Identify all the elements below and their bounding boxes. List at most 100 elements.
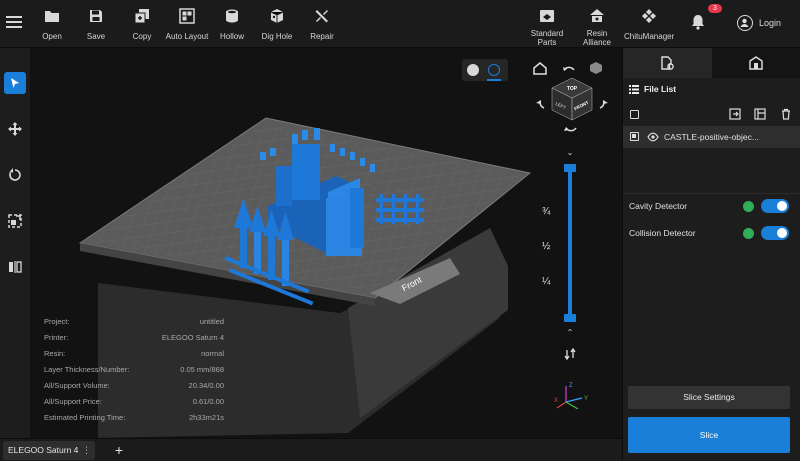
scale-icon: [8, 214, 22, 228]
hollow-icon: [226, 9, 238, 23]
repair-icon: [315, 10, 328, 23]
user-avatar-icon: [737, 15, 753, 31]
solid-view-icon[interactable]: [467, 64, 479, 76]
bell-icon: [692, 15, 704, 30]
collision-detector-label: Collision Detector: [629, 228, 696, 238]
auto-layout-label: Auto Layout: [165, 32, 209, 41]
copy-label: Copy: [132, 32, 152, 41]
rotate-left-icon[interactable]: [536, 100, 545, 109]
home-view-icon[interactable]: [533, 62, 547, 75]
cavity-detector-toggle[interactable]: [761, 199, 789, 213]
file-name: CASTLE-positive-objec...: [664, 132, 759, 142]
notifications-button[interactable]: [690, 14, 710, 34]
rotate-up-icon[interactable]: [563, 66, 575, 71]
panel-tabs: [623, 48, 800, 78]
trash-icon[interactable]: [780, 108, 792, 120]
auto-layout-button[interactable]: Auto Layout: [162, 6, 212, 44]
tab-printer-settings[interactable]: [711, 48, 800, 78]
rotate-icon: [9, 168, 21, 181]
slice-button[interactable]: Slice: [628, 417, 790, 453]
dig-hole-icon: [270, 9, 284, 23]
move-tool-button[interactable]: [4, 118, 26, 140]
info-row-volume: All/Support Volume: 20.34/0.00: [44, 378, 224, 394]
dig-hole-button[interactable]: Dig Hole: [252, 6, 302, 44]
tab-model-settings[interactable]: [623, 48, 712, 78]
collision-detector-toggle[interactable]: [761, 226, 789, 240]
resin-alliance-icon: [590, 9, 604, 22]
info-value: 2h33m21s: [188, 413, 224, 422]
resin-alliance-label: Resin Alliance: [582, 29, 611, 47]
xray-view-icon[interactable]: [488, 64, 500, 76]
rotate-down-icon[interactable]: [564, 127, 577, 132]
auto-layout-icon: [179, 8, 195, 24]
cube-top-label: TOP: [567, 86, 578, 92]
left-toolbar: [0, 48, 30, 438]
info-row-resin: Resin: normal: [44, 346, 224, 362]
slider-top-handle[interactable]: [564, 164, 576, 172]
cavity-detector-label: Cavity Detector: [629, 201, 688, 211]
notification-badge: 3: [708, 4, 722, 13]
rotate-tool-button[interactable]: [4, 164, 26, 186]
scale-tool-button[interactable]: [4, 210, 26, 232]
info-value: normal: [201, 349, 224, 358]
copy-button[interactable]: Copy: [117, 6, 167, 44]
swap-arrows-icon[interactable]: [564, 348, 576, 360]
move-icon: [8, 122, 22, 136]
info-value: 20.34/0.00: [188, 381, 224, 390]
standard-parts-icon: [540, 10, 554, 22]
info-row-price: All/Support Price: 0.61/0.00: [44, 394, 224, 410]
add-tab-button[interactable]: +: [112, 441, 126, 460]
info-label: Estimated Printing Time:: [44, 413, 126, 422]
slice-settings-button[interactable]: Slice Settings: [628, 386, 790, 409]
slider-up-chevron-icon[interactable]: ⌄: [565, 148, 575, 158]
view-mode-underline: [487, 79, 501, 81]
hollow-button[interactable]: Hollow: [207, 6, 257, 44]
save-button[interactable]: Save: [71, 6, 121, 44]
mirror-tool-button[interactable]: [4, 256, 26, 278]
import-file-icon[interactable]: [729, 108, 741, 120]
mini-cube-icon[interactable]: [590, 62, 602, 74]
chitumanager-button[interactable]: ChituManager: [624, 6, 674, 44]
copy-icon: [134, 9, 149, 24]
hamburger-menu-icon[interactable]: [6, 13, 22, 33]
info-row-printer: Printer: ELEGOO Saturn 4: [44, 330, 224, 346]
layers-icon[interactable]: [754, 108, 766, 120]
info-label: Resin:: [44, 349, 66, 358]
view-mode-toggle[interactable]: [462, 59, 508, 81]
slider-down-chevron-icon[interactable]: ⌃: [565, 328, 575, 338]
layer-slider[interactable]: ⌄ ⌃: [562, 148, 578, 338]
open-label: Open: [42, 32, 62, 41]
slider-range: [568, 168, 572, 318]
eye-icon[interactable]: [647, 132, 659, 142]
info-row-time: Estimated Printing Time: 2h33m21s: [44, 410, 224, 426]
file-checkbox[interactable]: [630, 132, 639, 141]
project-info: Project: untitled Printer: ELEGOO Saturn 4…: [44, 314, 224, 426]
resin-alliance-button[interactable]: Resin Alliance: [572, 6, 622, 47]
info-value: untitled: [199, 317, 224, 326]
slider-mark-three-quarters: ¾: [542, 206, 551, 217]
select-tool-button[interactable]: [4, 72, 26, 94]
file-list-item[interactable]: CASTLE-positive-objec...: [623, 126, 800, 148]
repair-button[interactable]: Repair: [297, 6, 347, 44]
printer-tab[interactable]: ELEGOO Saturn 4 ⋮: [3, 441, 95, 460]
info-label: Layer Thickness/Number:: [44, 365, 130, 374]
login-button[interactable]: Login: [737, 12, 781, 34]
info-label: Printer:: [44, 333, 69, 342]
chitumanager-icon: [642, 9, 656, 23]
orientation-cube[interactable]: TOP LEFT FRONT: [528, 58, 616, 140]
slider-bottom-handle[interactable]: [564, 314, 576, 322]
info-label: Project:: [44, 317, 70, 326]
tab-more-icon[interactable]: ⋮: [82, 441, 91, 460]
collision-status-icon: [743, 228, 754, 239]
printer-tab-bar: ELEGOO Saturn 4 ⋮ +: [0, 438, 622, 461]
slider-mark-quarter: ¼: [542, 276, 551, 287]
open-button[interactable]: Open: [27, 6, 77, 44]
select-all-checkbox[interactable]: [630, 110, 639, 119]
standard-parts-button[interactable]: Standard Parts: [522, 6, 572, 47]
repair-label: Repair: [310, 32, 334, 41]
rotate-right-icon[interactable]: [599, 100, 608, 109]
info-row-layer: Layer Thickness/Number: 0.05 mm/868: [44, 362, 224, 378]
folder-icon: [45, 11, 59, 22]
3d-viewport[interactable]: Front TOP LEFT FRONT ⌄ ⌃ ¾ ½ ¼ Z Y X Pro…: [30, 48, 622, 438]
axis-y-label: Y: [584, 396, 588, 402]
